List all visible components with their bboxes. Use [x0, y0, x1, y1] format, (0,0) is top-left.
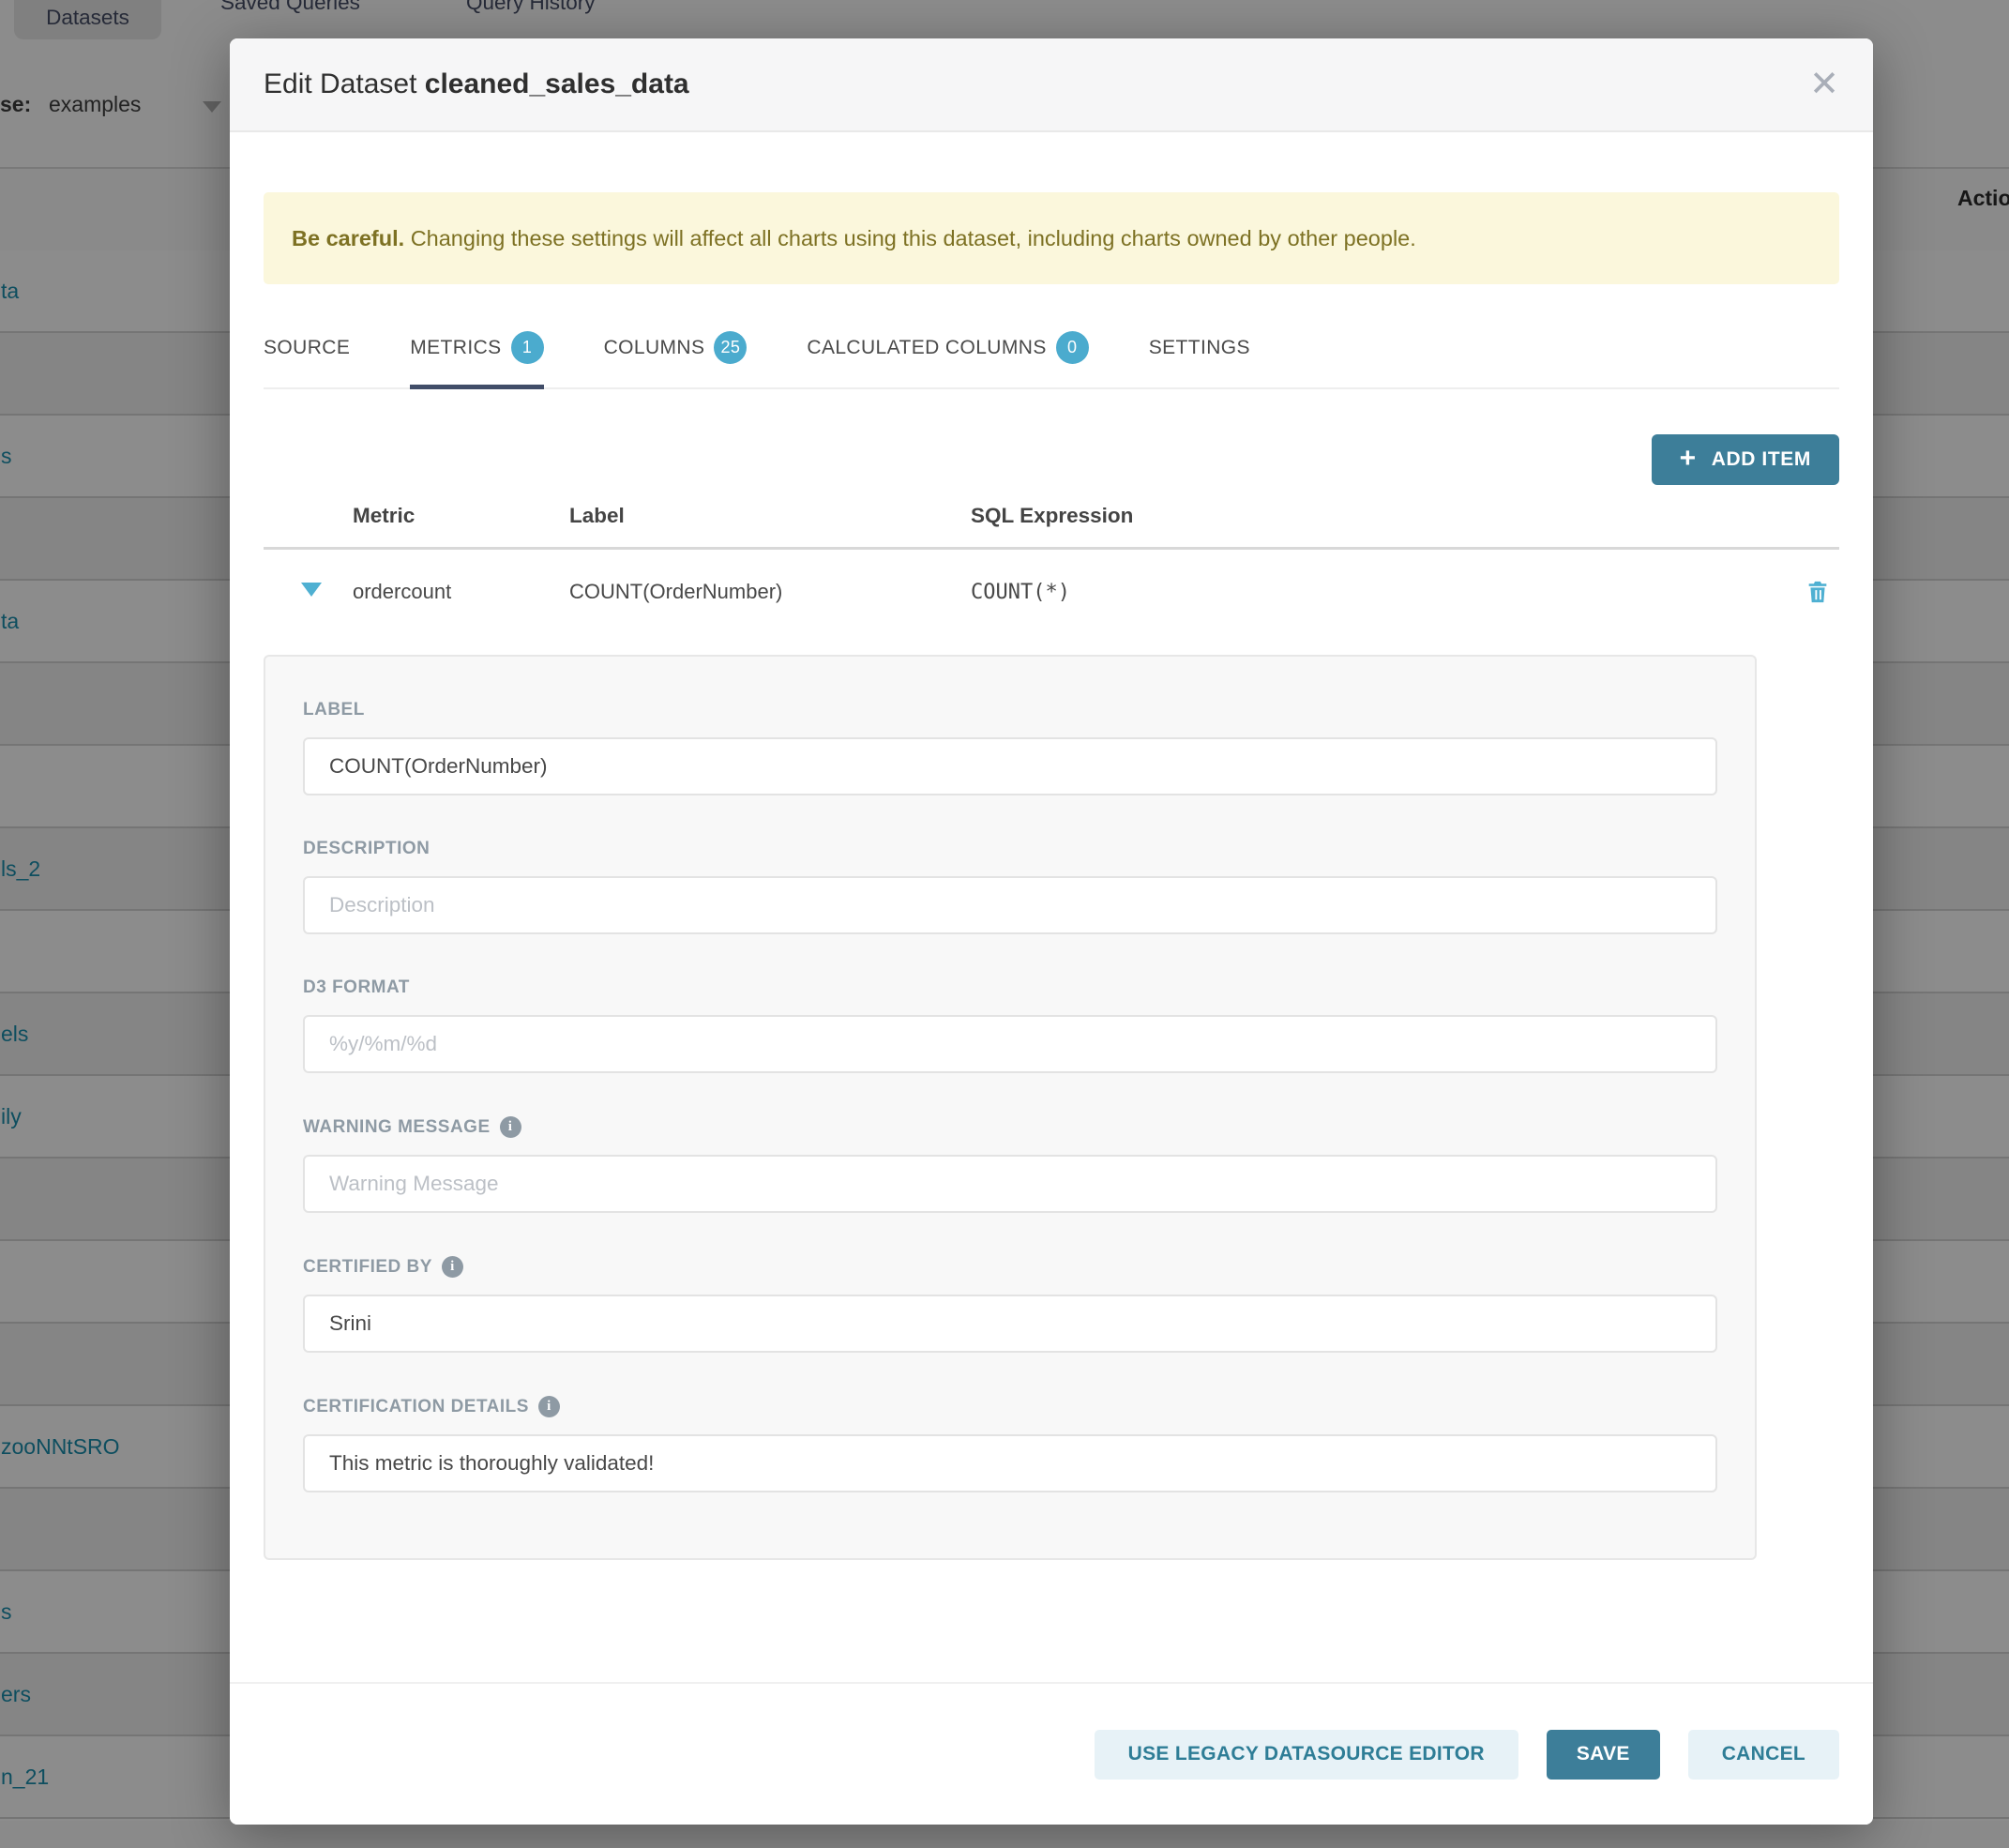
metric-column-header: Metric	[353, 504, 569, 528]
use-legacy-datasource-editor-button[interactable]: USE LEGACY DATASOURCE EDITOR	[1095, 1730, 1518, 1780]
warning-banner: Be careful. Changing these settings will…	[264, 192, 1839, 284]
description-input[interactable]	[303, 876, 1717, 934]
certification-details-field-label: CERTIFICATION DETAILS i	[303, 1396, 1717, 1417]
calculated-columns-count-badge: 0	[1056, 331, 1089, 364]
tab-settings-label: SETTINGS	[1149, 337, 1250, 359]
label-field-label-text: LABEL	[303, 700, 365, 720]
warning-banner-bold: Be careful.	[292, 226, 404, 250]
description-field-label: DESCRIPTION	[303, 839, 1717, 859]
metric-label: COUNT(OrderNumber)	[569, 580, 971, 604]
tab-metrics-label: METRICS	[410, 337, 501, 359]
label-input[interactable]	[303, 737, 1717, 795]
dataset-editor-tabs: SOURCE METRICS 1 COLUMNS 25 CALCULATED C…	[264, 331, 1839, 389]
edit-dataset-modal: Edit Dataset cleaned_sales_data ✕ Be car…	[230, 38, 1873, 1825]
info-icon[interactable]: i	[442, 1256, 463, 1278]
cancel-button[interactable]: CANCEL	[1688, 1730, 1839, 1780]
info-icon[interactable]: i	[538, 1396, 560, 1417]
modal-body: Be careful. Changing these settings will…	[230, 134, 1873, 1560]
modal-title: Edit Dataset cleaned_sales_data	[264, 68, 689, 100]
certification-details-input[interactable]	[303, 1434, 1717, 1492]
tab-calculated-columns-label: CALCULATED COLUMNS	[807, 337, 1046, 359]
certified-by-input[interactable]	[303, 1295, 1717, 1353]
metric-row: ordercount COUNT(OrderNumber) COUNT(*)	[264, 550, 1839, 655]
close-icon[interactable]: ✕	[1809, 67, 1839, 102]
add-item-button[interactable]: + ADD ITEM	[1652, 434, 1839, 485]
tab-settings[interactable]: SETTINGS	[1149, 331, 1250, 389]
collapse-caret-icon[interactable]	[301, 583, 322, 597]
warning-message-input[interactable]	[303, 1155, 1717, 1213]
metric-name: ordercount	[353, 580, 569, 604]
warning-message-field-label-text: WARNING MESSAGE	[303, 1117, 491, 1138]
columns-count-badge: 25	[714, 331, 747, 364]
metrics-count-badge: 1	[511, 331, 544, 364]
d3-format-input[interactable]	[303, 1015, 1717, 1073]
tab-columns[interactable]: COLUMNS 25	[604, 331, 748, 389]
certification-details-field-label-text: CERTIFICATION DETAILS	[303, 1397, 529, 1417]
trash-icon	[1805, 578, 1831, 606]
tab-metrics[interactable]: METRICS 1	[410, 331, 543, 389]
warning-message-field-label: WARNING MESSAGE i	[303, 1116, 1717, 1138]
d3-format-field-label-text: D3 FORMAT	[303, 977, 410, 998]
info-icon[interactable]: i	[500, 1116, 521, 1138]
delete-metric-button[interactable]	[1796, 578, 1839, 606]
certified-by-field-label: CERTIFIED BY i	[303, 1256, 1717, 1278]
screen: Datasets Saved Queries Query History se:…	[0, 0, 2009, 1848]
certified-by-field-label-text: CERTIFIED BY	[303, 1257, 432, 1278]
modal-header: Edit Dataset cleaned_sales_data ✕	[230, 38, 1873, 132]
d3-format-field-label: D3 FORMAT	[303, 977, 1717, 998]
modal-footer: USE LEGACY DATASOURCE EDITOR SAVE CANCEL	[230, 1682, 1873, 1825]
tab-columns-label: COLUMNS	[604, 337, 705, 359]
metric-sql-expression: COUNT(*)	[971, 581, 1796, 604]
modal-title-dataset-name: cleaned_sales_data	[425, 68, 689, 99]
warning-banner-text: Changing these settings will affect all …	[404, 226, 1416, 250]
modal-title-prefix: Edit Dataset	[264, 68, 425, 99]
add-item-row: + ADD ITEM	[264, 434, 1839, 485]
label-column-header: Label	[569, 504, 971, 528]
plus-icon: +	[1680, 445, 1697, 473]
tab-source-label: SOURCE	[264, 337, 350, 359]
metric-detail-panel: LABEL DESCRIPTION D3 FORMAT WARNING MESS…	[264, 655, 1757, 1560]
tab-calculated-columns[interactable]: CALCULATED COLUMNS 0	[807, 331, 1088, 389]
description-field-label-text: DESCRIPTION	[303, 839, 430, 859]
label-field-label: LABEL	[303, 700, 1717, 720]
save-button[interactable]: SAVE	[1547, 1730, 1660, 1780]
add-item-label: ADD ITEM	[1712, 448, 1811, 471]
tab-source[interactable]: SOURCE	[264, 331, 350, 389]
metrics-table-header: Metric Label SQL Expression	[264, 504, 1839, 550]
sql-expression-column-header: SQL Expression	[971, 504, 1796, 528]
